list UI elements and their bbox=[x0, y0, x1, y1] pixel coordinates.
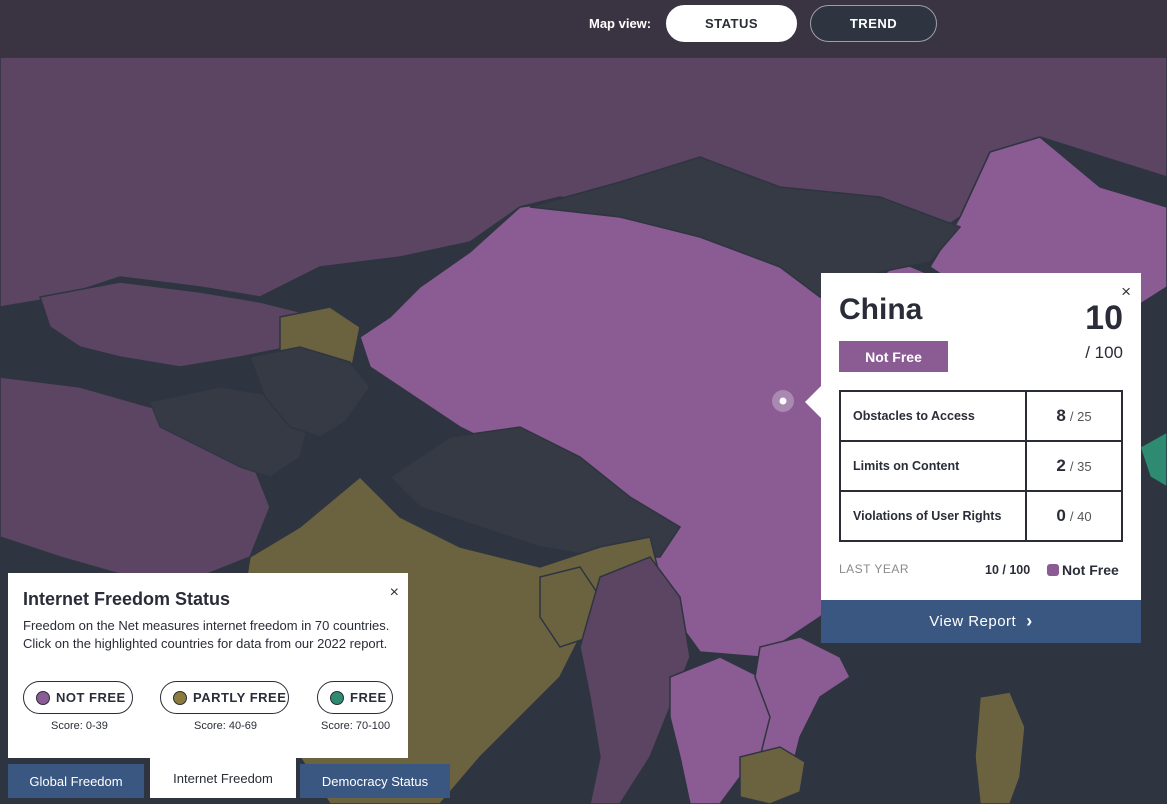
score-range-label: Score: 40-69 bbox=[194, 720, 257, 732]
chevron-right-icon: › bbox=[1026, 611, 1033, 631]
tab-democracy-status[interactable]: Democracy Status bbox=[300, 764, 450, 798]
category-score: 2/ 35 bbox=[1025, 440, 1123, 492]
country-name: China bbox=[839, 293, 923, 326]
table-row: Obstacles to Access 8/ 25 bbox=[839, 390, 1123, 442]
status-view-button[interactable]: STATUS bbox=[666, 5, 797, 42]
legend-panel: × Internet Freedom Status Freedom on the… bbox=[8, 573, 408, 758]
score-breakdown-table: Obstacles to Access 8/ 25 Limits on Cont… bbox=[839, 390, 1123, 542]
legend-close-icon[interactable]: × bbox=[390, 585, 399, 601]
filter-label: NOT FREE bbox=[56, 690, 126, 705]
filter-free-button[interactable]: FREE bbox=[317, 681, 393, 714]
category-score: 0/ 40 bbox=[1025, 490, 1123, 542]
category-label: Violations of User Rights bbox=[839, 490, 1027, 542]
last-year-score: 10 / 100 bbox=[985, 563, 1031, 577]
last-year-status: Not Free bbox=[1062, 562, 1119, 578]
filter-label: FREE bbox=[350, 690, 387, 705]
country-popup: × China Not Free 10 / 100 Obstacles to A… bbox=[821, 273, 1141, 643]
score-range-label: Score: 70-100 bbox=[321, 720, 391, 732]
legend-description: Freedom on the Net measures internet fre… bbox=[23, 618, 390, 651]
category-score: 8/ 25 bbox=[1025, 390, 1123, 442]
trend-view-button[interactable]: TREND bbox=[810, 5, 937, 42]
table-row: Violations of User Rights 0/ 40 bbox=[839, 490, 1123, 542]
total-score: 10 bbox=[1085, 299, 1123, 337]
popup-pointer bbox=[805, 386, 821, 418]
tab-global-freedom[interactable]: Global Freedom bbox=[8, 764, 144, 798]
category-label: Limits on Content bbox=[839, 440, 1027, 492]
legend-title: Internet Freedom Status bbox=[23, 589, 231, 609]
last-year-label: LAST YEAR bbox=[839, 562, 910, 576]
filter-not-free-button[interactable]: NOT FREE bbox=[23, 681, 133, 714]
filter-partly-free-button[interactable]: PARTLY FREE bbox=[160, 681, 289, 714]
free-swatch bbox=[330, 690, 344, 705]
view-report-button[interactable]: View Report › bbox=[821, 600, 1141, 643]
map-view-label: Map view: bbox=[589, 16, 652, 31]
score-range-label: Score: 0-39 bbox=[51, 720, 108, 732]
status-badge: Not Free bbox=[839, 341, 948, 372]
last-year-status-swatch bbox=[1047, 564, 1059, 576]
table-row: Limits on Content 2/ 35 bbox=[839, 440, 1123, 492]
view-report-label: View Report bbox=[929, 613, 1017, 630]
filter-label: PARTLY FREE bbox=[193, 690, 287, 705]
total-score-max: / 100 bbox=[1085, 343, 1123, 362]
not-free-swatch bbox=[36, 690, 50, 705]
map-view-bar: Map view: STATUS TREND bbox=[0, 0, 1167, 57]
popup-close-icon[interactable]: × bbox=[1121, 283, 1131, 300]
category-label: Obstacles to Access bbox=[839, 390, 1027, 442]
tab-internet-freedom[interactable]: Internet Freedom bbox=[150, 758, 296, 798]
partly-free-swatch bbox=[173, 690, 187, 705]
